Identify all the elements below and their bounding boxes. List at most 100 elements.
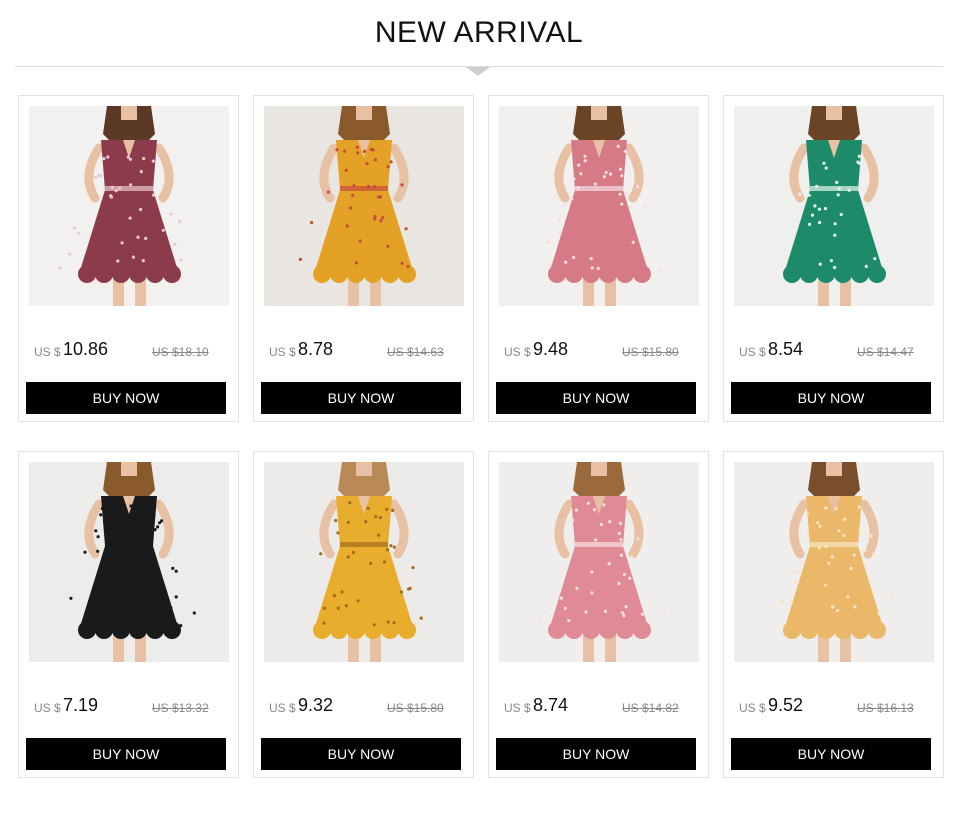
dress-pattern-dot — [362, 149, 367, 153]
dress-pattern-dot — [803, 163, 807, 167]
dress-pattern-dot — [630, 555, 634, 559]
dress-pattern-dot — [822, 161, 826, 165]
dress-pattern-dot — [620, 174, 624, 178]
dress-pattern-dot — [133, 566, 137, 570]
dress-yellow-floral-ruffle-photo[interactable] — [264, 462, 464, 662]
dress-pattern-dot — [823, 583, 828, 587]
dress-pattern-dot — [335, 148, 339, 152]
dress-pattern-dot — [129, 183, 133, 187]
dress-apricot-floral-button-photo[interactable] — [734, 462, 934, 662]
dress-ruffle — [364, 621, 382, 639]
dress-pattern-dot — [616, 144, 620, 148]
dress-ruffle — [582, 621, 600, 639]
dress-pattern-dot — [636, 184, 640, 189]
original-price: US $14.82 — [622, 701, 679, 715]
dress-pattern-dot — [169, 606, 173, 610]
original-price: US $13.32 — [152, 701, 209, 715]
dress-pattern-dot — [624, 191, 628, 196]
dress-pattern-dot — [358, 239, 362, 243]
currency-label: US $ — [269, 345, 296, 359]
dress-pattern-dot — [116, 508, 121, 513]
dress-pattern-dot — [872, 591, 876, 595]
dress-pattern-dot — [781, 599, 785, 603]
dress-pattern-dot — [374, 515, 378, 519]
dress-pattern-dot — [372, 185, 376, 189]
dress-pattern-dot — [576, 186, 580, 190]
sale-price: 9.52 — [768, 695, 804, 715]
dress-pattern-dot — [386, 244, 390, 248]
dress-pattern-dot — [618, 521, 623, 525]
dress-pattern-dot — [544, 610, 548, 614]
dress-pattern-dot — [310, 220, 314, 225]
dress-pattern-dot — [833, 222, 837, 226]
dress-pattern-dot — [864, 264, 868, 268]
dress-pattern-dot — [847, 188, 851, 192]
dress-pattern-dot — [332, 594, 337, 598]
dress-ruffle — [868, 621, 886, 639]
dress-pattern-dot — [139, 170, 143, 174]
buy-now-button[interactable]: BUY NOW — [731, 382, 931, 414]
dress-pattern-dot — [810, 213, 815, 217]
dress-pattern-dot — [345, 224, 349, 228]
dress-pattern-dot — [389, 544, 393, 548]
product-card[interactable]: US $ 7.19 US $13.32 BUY NOW — [18, 451, 239, 778]
dress-ruffle — [633, 265, 651, 283]
buy-now-button[interactable]: BUY NOW — [496, 738, 696, 770]
dress-ruffle — [834, 621, 852, 639]
buy-now-button[interactable]: BUY NOW — [26, 382, 226, 414]
dress-pattern-dot — [354, 261, 359, 265]
dress-pattern-dot — [849, 566, 853, 571]
buy-now-button[interactable]: BUY NOW — [26, 738, 226, 770]
product-card[interactable]: US $ 8.74 US $14.82 BUY NOW — [488, 451, 709, 778]
product-card[interactable]: US $ 8.54 US $14.47 BUY NOW — [723, 95, 944, 422]
buy-now-button[interactable]: BUY NOW — [731, 738, 931, 770]
dress-pattern-dot — [108, 550, 112, 554]
product-image — [499, 462, 699, 662]
currency-label: US $ — [504, 701, 531, 715]
dress-ruffle — [381, 265, 399, 283]
dress-burgundy-floral-photo[interactable] — [29, 106, 229, 306]
dress-ruffle — [633, 621, 651, 639]
dress-pattern-dot — [808, 222, 812, 226]
dress-pattern-dot — [100, 506, 104, 511]
product-card[interactable]: US $ 9.48 US $15.80 BUY NOW — [488, 95, 709, 422]
buy-now-button[interactable]: BUY NOW — [496, 382, 696, 414]
dress-pattern-dot — [385, 507, 389, 511]
dress-pink-polka-dot-photo[interactable] — [499, 106, 699, 306]
product-card[interactable]: US $ 9.52 US $16.13 BUY NOW — [723, 451, 944, 778]
dress-pink-button-front-photo[interactable] — [499, 462, 699, 662]
dress-pattern-dot — [351, 550, 356, 555]
currency-label: US $ — [739, 701, 766, 715]
dress-pattern-dot — [99, 174, 103, 178]
dress-pattern-dot — [622, 614, 626, 618]
buy-now-button[interactable]: BUY NOW — [261, 738, 461, 770]
dress-pattern-dot — [400, 183, 404, 187]
dress-pattern-dot — [628, 576, 632, 580]
dress-pattern-dot — [618, 192, 622, 196]
dress-green-polka-dot-photo[interactable] — [734, 106, 934, 306]
dress-pattern-dot — [174, 595, 178, 599]
price-row: US $ 9.48 US $15.80 — [504, 338, 684, 362]
dress-mustard-floral-wrap-photo[interactable] — [264, 106, 464, 306]
dress-pattern-dot — [813, 204, 817, 208]
dress-pattern-dot — [336, 531, 340, 535]
dress-pattern-dot — [381, 216, 385, 220]
product-card[interactable]: US $ 9.32 US $15.80 BUY NOW — [253, 451, 474, 778]
dress-pattern-dot — [392, 621, 396, 625]
buy-now-button[interactable]: BUY NOW — [261, 382, 461, 414]
dress-pattern-dot — [636, 537, 640, 541]
dress-pattern-dot — [548, 263, 552, 267]
original-price: US $18.10 — [152, 345, 209, 359]
dress-pattern-dot — [367, 184, 371, 189]
dress-pattern-dot — [593, 182, 597, 186]
dress-ruffle — [381, 621, 399, 639]
dress-waist — [105, 542, 153, 547]
product-card[interactable]: US $ 10.86 US $18.10 BUY NOW — [18, 95, 239, 422]
dress-black-open-back-photo[interactable] — [29, 462, 229, 662]
dress-pattern-dot — [83, 550, 87, 554]
dress-pattern-dot — [877, 612, 881, 616]
dress-pattern-dot — [151, 159, 155, 163]
model-chin — [826, 462, 842, 476]
product-card[interactable]: US $ 8.78 US $14.63 BUY NOW — [253, 95, 474, 422]
dress-pattern-dot — [583, 154, 587, 158]
